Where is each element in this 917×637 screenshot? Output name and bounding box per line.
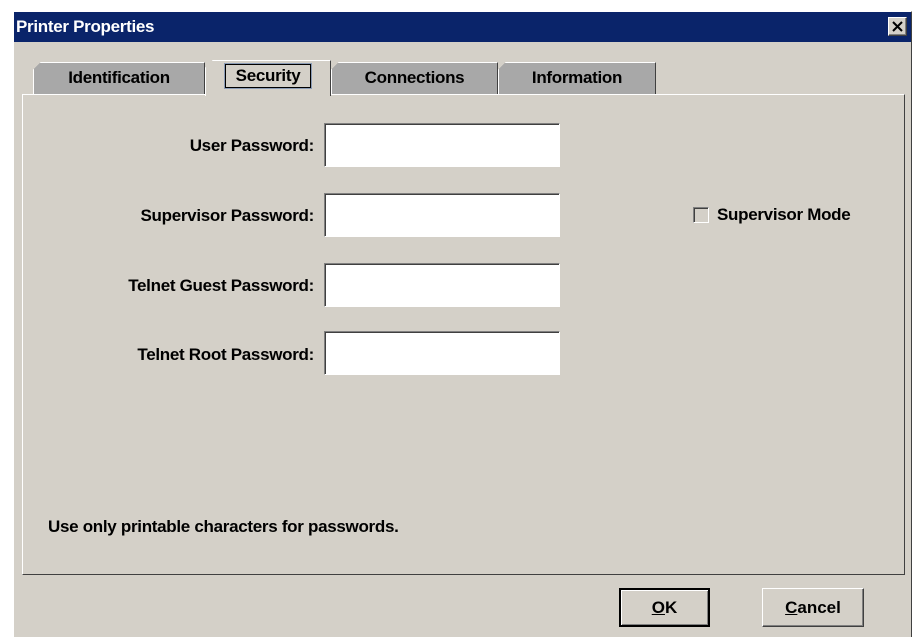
supervisor-password-input[interactable] [324,193,560,237]
tab-label: Security [223,63,313,89]
supervisor-mode-label[interactable]: Supervisor Mode [717,205,851,225]
tab-security[interactable]: Security [205,60,331,96]
user-password-input[interactable] [324,123,560,167]
ok-button-label: OK [651,598,678,617]
ok-button[interactable]: OK [619,588,710,627]
supervisor-mode-checkbox[interactable] [693,207,709,223]
telnet-root-password-label: Telnet Root Password: [137,345,314,364]
tab-label: Identification [68,68,170,87]
telnet-guest-password-input[interactable] [324,263,560,307]
tab-label: Connections [364,68,465,87]
cancel-button[interactable]: Cancel [762,588,864,627]
tab-connections[interactable]: Connections [331,62,498,96]
cancel-button-label: Cancel [785,598,841,617]
close-icon [892,21,903,32]
tab-label: Information [531,68,623,87]
telnet-guest-password-label: Telnet Guest Password: [128,276,314,295]
tab-information[interactable]: Information [498,62,656,96]
supervisor-password-label: Supervisor Password: [140,206,314,225]
telnet-root-password-input[interactable] [324,331,560,375]
window-title: Printer Properties [16,17,155,36]
password-hint: Use only printable characters for passwo… [48,517,399,536]
user-password-label: User Password: [189,136,315,155]
close-button[interactable] [888,17,907,36]
title-bar[interactable]: Printer Properties [14,12,911,42]
tab-identification[interactable]: Identification [33,62,205,96]
security-panel: User Password: Supervisor Password: Teln… [22,94,905,575]
